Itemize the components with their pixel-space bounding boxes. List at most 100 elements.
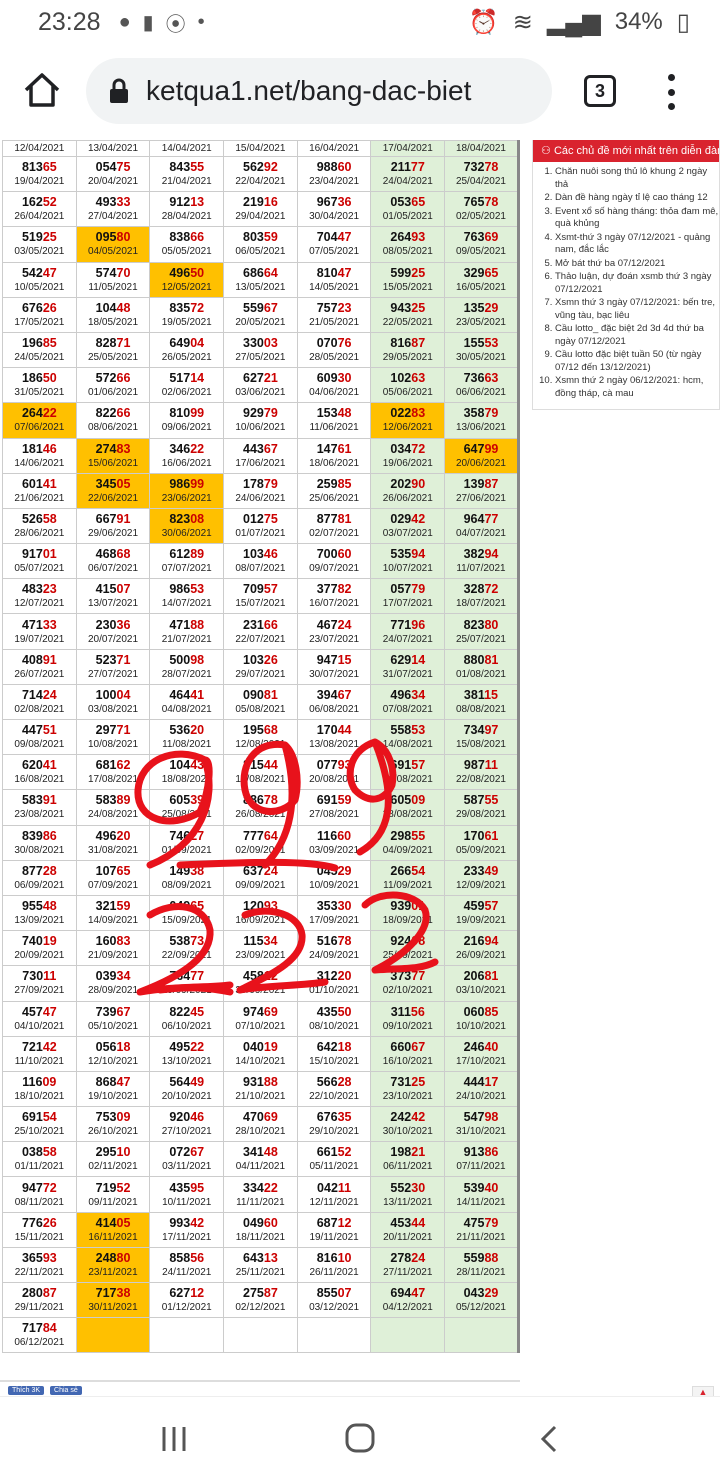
home-icon[interactable] xyxy=(22,70,62,110)
home-nav-icon[interactable] xyxy=(340,1421,380,1457)
table-cell: 32872 18/07/2021 xyxy=(444,578,519,615)
special-prize-number: 50098 xyxy=(169,652,205,667)
special-prize-number: 82266 xyxy=(95,406,131,421)
special-prize-number: 29855 xyxy=(390,828,426,843)
special-prize-number: 49650 xyxy=(169,265,205,280)
special-prize-number: 93901 xyxy=(390,899,426,914)
draw-date: 20/06/2021 xyxy=(455,457,506,469)
table-cell: 94715 30/07/2021 xyxy=(296,648,372,685)
table-cell: 88678 26/08/2021 xyxy=(223,789,298,826)
draw-date: 07/11/2021 xyxy=(456,1161,506,1173)
table-cell: 27824 27/11/2021 xyxy=(370,1246,446,1284)
draw-date: 09/11/2021 xyxy=(88,1196,138,1208)
table-cell: 14761 18/06/2021 xyxy=(296,437,372,474)
wifi-icon: ≋ xyxy=(512,8,533,36)
system-navigation-bar xyxy=(0,1396,720,1480)
special-prize-number: 44751 xyxy=(21,723,57,738)
draw-date: 12/07/2021 xyxy=(14,598,65,610)
special-prize-number: 45812 xyxy=(243,969,278,984)
special-prize-number: 60930 xyxy=(316,371,352,386)
draw-date: 02/05/2021 xyxy=(455,211,506,223)
recent-apps-icon[interactable] xyxy=(154,1421,194,1457)
draw-date: 27/06/2021 xyxy=(455,492,506,504)
special-prize-number: 61289 xyxy=(169,547,205,562)
special-prize-number: 98699 xyxy=(169,476,205,491)
special-prize-number: 67626 xyxy=(21,300,57,315)
table-cell: 63724 09/09/2021 xyxy=(223,859,298,896)
sidebar-topic-link[interactable]: Xsmn thứ 2 ngày 06/12/2021: hcm, đồng th… xyxy=(555,375,719,400)
table-cell: 26654 11/09/2021 xyxy=(370,859,446,896)
draw-date: 25/04/2021 xyxy=(455,176,506,188)
draw-date: 11/05/2021 xyxy=(88,281,138,293)
special-prize-number: 87728 xyxy=(21,863,57,878)
special-prize-number: 67635 xyxy=(316,1110,352,1125)
special-prize-number: 10326 xyxy=(243,652,278,667)
special-prize-number: 21177 xyxy=(390,160,425,175)
table-cell: 51925 03/05/2021 xyxy=(2,226,77,263)
special-prize-number: 37782 xyxy=(316,582,352,597)
table-cell: 71784 06/12/2021 xyxy=(2,1317,77,1354)
table-cell: 04965 15/09/2021 xyxy=(149,894,225,932)
table-cell: 41405 16/11/2021 xyxy=(75,1211,151,1248)
draw-date: 16/06/2021 xyxy=(161,457,212,469)
draw-date: 15/07/2021 xyxy=(235,598,286,610)
draw-date: 13/04/2021 xyxy=(88,143,139,154)
menu-kebab-icon[interactable] xyxy=(664,74,678,110)
sidebar-topic-link[interactable]: Cầu lotto_ đặc biệt 2d 3d 4d thứ ba ngày… xyxy=(555,323,719,348)
special-prize-number: 55967 xyxy=(243,300,278,315)
table-row: 16252 26/04/2021 49333 27/04/2021 91213 28/04… xyxy=(2,191,519,228)
table-cell: 82245 06/10/2021 xyxy=(149,1000,225,1037)
draw-date: 05/08/2021 xyxy=(235,703,286,715)
table-cell: 50098 28/07/2021 xyxy=(149,648,225,685)
sidebar-topic-link[interactable]: Chăn nuôi song thủ lô khung 2 ngày thả xyxy=(555,166,719,191)
table-cell: 93188 21/10/2021 xyxy=(223,1070,298,1108)
table-row: 72142 11/10/2021 05618 12/10/2021 49522 13/10… xyxy=(2,1035,519,1072)
sidebar-topic-link[interactable]: Cầu lotto đặc biệt tuần 50 (từ ngày 07/1… xyxy=(555,349,719,374)
sidebar-topic-link[interactable]: Xsmn thứ 3 ngày 07/12/2021: bến tre, vũn… xyxy=(555,297,719,322)
table-cell: 76369 09/05/2021 xyxy=(444,226,519,263)
facebook-share-button[interactable]: Chia sẻ xyxy=(50,1386,82,1395)
special-prize-number: 70957 xyxy=(243,582,278,597)
facebook-like-button[interactable]: Thích 3K xyxy=(8,1386,45,1395)
special-prize-number: 17879 xyxy=(243,476,278,491)
sidebar-topic-link[interactable]: Dàn đề hàng ngày tỉ lệ cao tháng 12 xyxy=(555,192,719,205)
special-prize-number: 62712 xyxy=(169,1286,205,1301)
draw-date: 01/08/2021 xyxy=(455,668,506,680)
draw-date: 23/11/2021 xyxy=(88,1266,138,1278)
draw-date: 04/10/2021 xyxy=(14,1020,65,1032)
table-cell: 57470 11/05/2021 xyxy=(75,261,151,298)
back-icon[interactable] xyxy=(530,1421,570,1457)
special-prize-number: 38115 xyxy=(463,687,498,702)
special-prize-number: 14761 xyxy=(316,441,352,456)
draw-date: 14/07/2021 xyxy=(161,598,212,610)
draw-date: 19/05/2021 xyxy=(161,316,212,328)
special-prize-number: 81687 xyxy=(390,336,426,351)
special-prize-number: 76369 xyxy=(463,230,499,245)
address-bar[interactable]: ketqua1.net/bang-dac-biet xyxy=(86,58,552,124)
special-prize-number: 10263 xyxy=(390,371,426,386)
sidebar-topic-link[interactable]: Thảo luận, dự đoán xsmb thứ 3 ngày 07/12… xyxy=(555,271,719,296)
scroll-to-top-icon[interactable]: ▲ xyxy=(692,1386,714,1396)
tab-switcher-button[interactable]: 3 xyxy=(584,75,616,107)
table-cell: 70957 15/07/2021 xyxy=(223,578,298,615)
special-prize-number: 03472 xyxy=(390,441,426,456)
draw-date: 23/09/2021 xyxy=(235,950,286,962)
draw-date: 20/08/2021 xyxy=(309,774,360,786)
table-cell: 75723 21/05/2021 xyxy=(296,296,372,333)
special-prize-number: 44367 xyxy=(243,441,278,456)
sidebar-topic-link[interactable]: Mở bát thứ ba 07/12/2021 xyxy=(555,258,719,271)
special-prize-number: 11609 xyxy=(22,1074,57,1089)
draw-date: 18/04/2021 xyxy=(455,143,506,154)
sidebar-topic-link[interactable]: Xsmt-thứ 3 ngày 07/12/2021 - quảng nam, … xyxy=(555,232,719,257)
table-cell: 60930 04/06/2021 xyxy=(296,367,372,404)
draw-date: 03/08/2021 xyxy=(88,703,139,715)
draw-date: 03/09/2021 xyxy=(309,844,360,856)
special-prize-number: 62721 xyxy=(243,371,278,386)
special-prize-number: 33003 xyxy=(243,336,278,351)
draw-date: 01/11/2021 xyxy=(14,1161,64,1173)
sidebar-topic-link[interactable]: Event xổ số hàng tháng: thỏa đam mê, quà… xyxy=(555,206,719,231)
special-prize-number: 05618 xyxy=(95,1039,131,1054)
table-cell: 91701 05/07/2021 xyxy=(2,543,77,580)
special-prize-number: 16083 xyxy=(95,934,131,949)
draw-date: 27/05/2021 xyxy=(235,352,286,364)
